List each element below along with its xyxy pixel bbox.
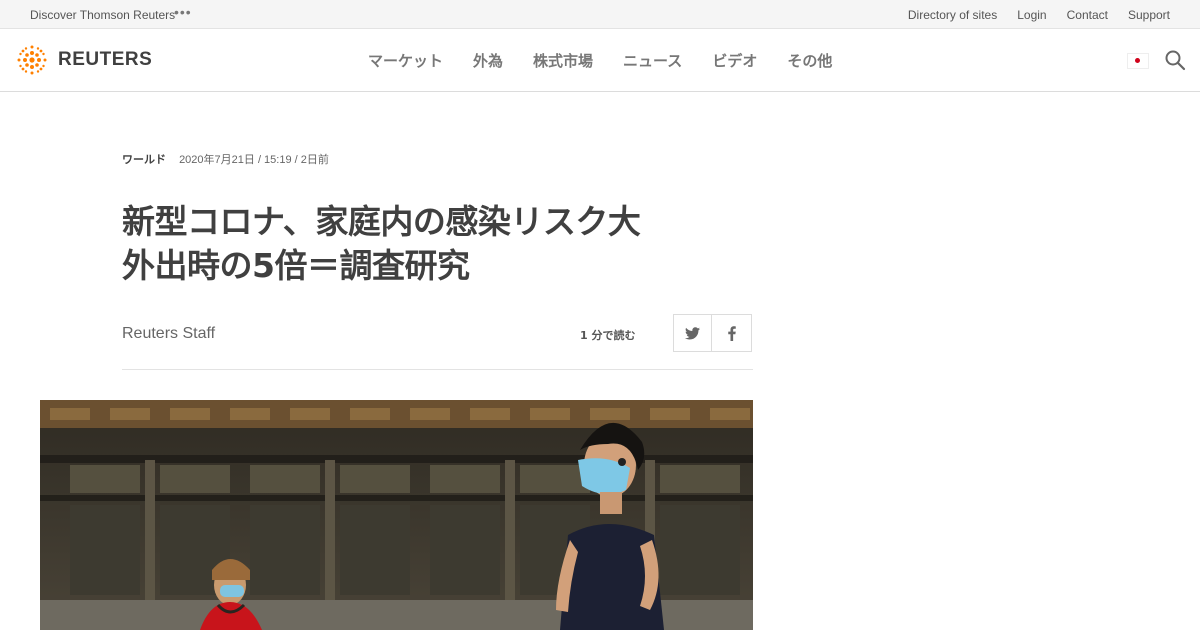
- reuters-wordmark: REUTERS: [58, 49, 153, 70]
- lead-image: [40, 400, 753, 630]
- headline-line-2: 外出時の5倍＝調査研究: [122, 246, 470, 285]
- headline-line-1: 新型コロナ、家庭内の感染リスク大: [122, 202, 641, 241]
- main-nav: マーケット 外為 株式市場 ニュース ビデオ その他: [368, 50, 832, 71]
- reuters-logo[interactable]: REUTERS: [15, 43, 155, 77]
- nav-item-stocks[interactable]: 株式市場: [533, 50, 593, 71]
- article-meta: ワールド 2020年7月21日 / 15:19 / 2日前: [122, 151, 329, 167]
- directory-of-sites-link[interactable]: Directory of sites: [908, 8, 997, 22]
- search-icon[interactable]: [1164, 49, 1186, 71]
- login-link[interactable]: Login: [1017, 8, 1046, 22]
- nav-item-news[interactable]: ニュース: [623, 50, 682, 71]
- utility-links: Directory of sites Login Contact Support: [908, 8, 1170, 22]
- twitter-share-button[interactable]: [673, 314, 712, 352]
- japan-flag-icon[interactable]: [1127, 53, 1149, 69]
- utility-bar: Discover Thomson Reuters ••• Directory o…: [0, 0, 1200, 29]
- share-buttons: [673, 314, 752, 352]
- nav-item-markets[interactable]: マーケット: [368, 50, 443, 71]
- main-header: REUTERS マーケット 外為 株式市場 ニュース ビデオ その他: [0, 29, 1200, 92]
- article-headline: 新型コロナ、家庭内の感染リスク大 外出時の5倍＝調査研究: [122, 200, 762, 288]
- discover-thomson-reuters-link[interactable]: Discover Thomson Reuters: [30, 8, 175, 22]
- read-time: 1 分で読む: [580, 329, 636, 342]
- contact-link[interactable]: Contact: [1067, 8, 1108, 22]
- nav-item-more[interactable]: その他: [787, 50, 832, 71]
- support-link[interactable]: Support: [1128, 8, 1170, 22]
- twitter-icon: [685, 326, 700, 339]
- article-date: 2020年7月21日 / 15:19 / 2日前: [179, 154, 329, 166]
- more-dots-icon[interactable]: •••: [174, 4, 192, 20]
- article-photo[interactable]: [40, 400, 753, 630]
- reuters-dots-logo-icon: [17, 45, 47, 75]
- nav-item-video[interactable]: ビデオ: [712, 50, 757, 71]
- section-label[interactable]: ワールド: [122, 154, 166, 166]
- facebook-share-button[interactable]: [712, 314, 752, 352]
- author-name[interactable]: Reuters Staff: [122, 325, 215, 343]
- facebook-icon: [727, 325, 736, 341]
- meta-divider: [122, 369, 753, 370]
- nav-item-forex[interactable]: 外為: [473, 50, 503, 71]
